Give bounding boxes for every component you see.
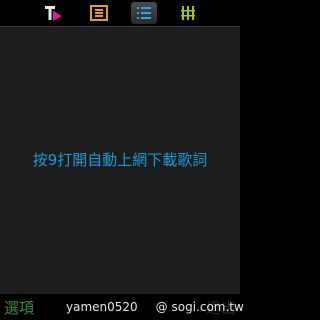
grid-icon [181,6,195,20]
watermark: yamen0520 @ sogi.com.tw [66,300,244,314]
tab-now-playing[interactable] [40,2,66,24]
tab-lyrics[interactable] [86,2,112,24]
options-softkey[interactable]: 選項 [4,297,34,318]
watermark-site: @ sogi.com.tw [155,300,244,314]
tab-library[interactable] [176,2,202,24]
bulleted-list-icon [137,7,151,19]
screen: 按9打開自動上網下載歌詞 選項 退出 yamen0520 @ sogi.com.t… [0,0,244,320]
tab-playlist[interactable] [131,2,157,24]
media-play-icon [45,6,62,21]
list-icon [90,5,108,21]
watermark-user: yamen0520 [66,300,138,314]
tab-bar [0,0,240,27]
lyrics-download-hint: 按9打開自動上網下載歌詞 [32,151,208,169]
